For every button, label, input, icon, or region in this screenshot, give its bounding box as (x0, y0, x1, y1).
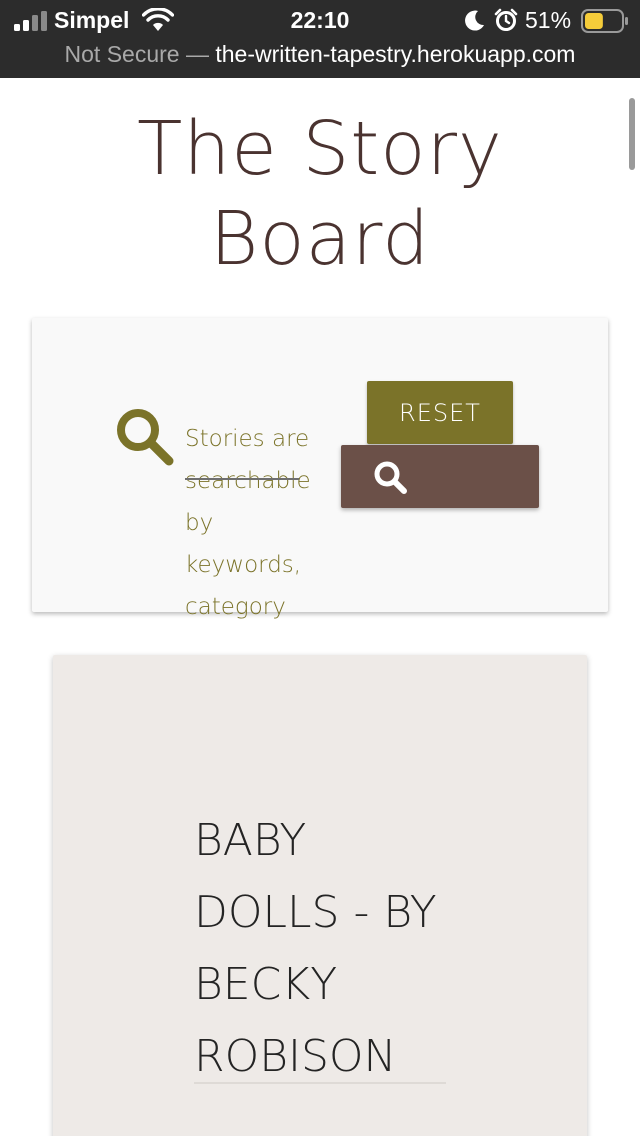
page-content[interactable]: The Story Board Stories are searchable b… (0, 78, 640, 1136)
url-bar[interactable]: Not Secure — the-written-tapestry.heroku… (0, 42, 640, 78)
search-button-icon (374, 461, 407, 494)
battery-icon (581, 9, 628, 33)
story-card[interactable]: BABY DOLLS - BY BECKY ROBISON (53, 655, 587, 1136)
reset-button[interactable]: RESET (367, 381, 513, 444)
battery-percent: 51% (525, 7, 572, 33)
alarm-icon (494, 8, 518, 31)
security-label: Not Secure (64, 41, 180, 67)
story-title[interactable]: BABY DOLLS - BY BECKY ROBISON (194, 805, 454, 1093)
search-icon (117, 409, 174, 466)
moon-icon (465, 10, 484, 31)
search-input[interactable]: Stories are searchable by keywords, cate… (185, 418, 325, 654)
search-button[interactable] (341, 445, 539, 508)
page-title: The Story Board (137, 106, 503, 282)
url-separator: — (179, 41, 216, 67)
search-input-underline (185, 478, 299, 480)
search-card: Stories are searchable by keywords, cate… (32, 318, 608, 620)
url-domain: the-written-tapestry.herokuapp.com (215, 41, 576, 67)
status-bar: Simpel 22:10 51% (0, 0, 640, 42)
story-divider (194, 1082, 446, 1084)
